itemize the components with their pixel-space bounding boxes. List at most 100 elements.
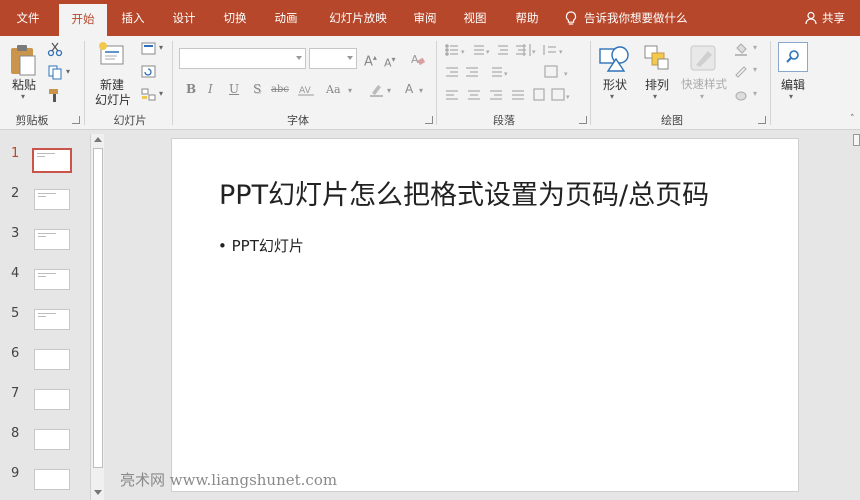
shapes-label: 形状 [602, 78, 627, 92]
tab-slideshow[interactable]: 幻灯片放映 [318, 0, 398, 36]
tab-view[interactable]: 视图 [453, 0, 497, 36]
slide-number: 9 [11, 466, 20, 481]
change-case-button[interactable]: Aa [326, 83, 341, 96]
shape-fill-dropdown-icon[interactable]: ▾ [753, 43, 757, 52]
paragraph-controls[interactable]: ▾ ▾ ▾ ▾ ▾ ▾ ▾ [444, 43, 574, 101]
svg-text:▾: ▾ [564, 70, 568, 78]
tab-home[interactable]: 开始 [59, 4, 107, 36]
tab-animations[interactable]: 动画 [264, 0, 308, 36]
shadow-button[interactable]: S [253, 82, 261, 96]
slide-thumbnail[interactable] [34, 349, 70, 370]
slide-thumbnail[interactable] [34, 429, 70, 450]
editing-dropdown-icon[interactable]: ▾ [789, 92, 793, 101]
scrollbar-thumb[interactable] [93, 148, 103, 468]
tab-insert[interactable]: 插入 [111, 0, 155, 36]
slide-thumbnail[interactable] [34, 309, 70, 330]
drawing-launcher-icon[interactable] [758, 116, 766, 124]
arrange-label: 排列 [644, 78, 669, 92]
layout-dropdown-icon[interactable]: ▾ [159, 43, 163, 52]
bold-button[interactable]: B [186, 82, 196, 96]
increase-font-icon[interactable]: A▴ [364, 51, 377, 69]
scrollbar-thumb[interactable] [853, 134, 860, 146]
quick-styles-dropdown-icon[interactable]: ▾ [700, 92, 704, 101]
ribbon-tab-bar: 文件 开始 插入 设计 切换 动画 幻灯片放映 审阅 视图 帮助 告诉我你想要做… [0, 0, 860, 36]
collapse-ribbon-icon[interactable]: ˄ [850, 114, 855, 124]
shape-outline-dropdown-icon[interactable]: ▾ [753, 65, 757, 74]
scroll-down-icon[interactable] [94, 490, 102, 495]
arrange-icon[interactable] [642, 43, 672, 73]
quick-styles-icon[interactable] [688, 43, 720, 73]
paragraph-launcher-icon[interactable] [579, 116, 587, 124]
clear-format-icon[interactable]: A [411, 52, 425, 66]
slide-canvas[interactable]: PPT幻灯片怎么把格式设置为页码/总页码 • PPT幻灯片 [171, 138, 799, 492]
slide-number: 7 [11, 386, 20, 401]
shapes-dropdown-icon[interactable]: ▾ [610, 92, 614, 101]
group-label-slides: 幻灯片 [113, 114, 147, 127]
strikethrough-button[interactable]: abc [271, 84, 289, 95]
character-spacing-icon[interactable]: AV [297, 83, 317, 97]
slide-number: 2 [11, 186, 20, 201]
slide-thumbnail[interactable] [34, 189, 70, 210]
editor-scrollbar[interactable] [851, 130, 860, 500]
shape-outline-icon[interactable] [734, 64, 748, 78]
ribbon-separator [436, 41, 437, 125]
slide-number: 6 [11, 346, 20, 361]
tab-design[interactable]: 设计 [162, 0, 206, 36]
section-dropdown-icon[interactable]: ▾ [159, 89, 163, 98]
slide-thumbnail[interactable] [34, 269, 70, 290]
new-slide-label-2[interactable]: 幻灯片 [88, 91, 138, 108]
copy-dropdown-icon[interactable]: ▾ [66, 67, 70, 76]
reset-slide-icon[interactable] [141, 65, 157, 79]
slide-thumbnail[interactable] [32, 148, 72, 173]
svg-text:▾: ▾ [486, 48, 490, 56]
tab-file[interactable]: 文件 [2, 0, 54, 36]
slide-thumbnail[interactable] [34, 469, 70, 490]
arrange-dropdown-icon[interactable]: ▾ [653, 92, 657, 101]
tab-transitions[interactable]: 切换 [213, 0, 257, 36]
editing-label[interactable]: 编辑 [776, 76, 810, 93]
font-color-button[interactable]: A [405, 82, 413, 96]
font-size-combo[interactable] [309, 48, 357, 69]
slide-thumbnail[interactable] [34, 389, 70, 410]
share-label: 共享 [822, 11, 845, 25]
underline-button[interactable]: U [229, 82, 239, 96]
clipboard-launcher-icon[interactable] [72, 116, 80, 124]
svg-text:▾: ▾ [504, 70, 508, 78]
quick-styles-label: 快速样式 [681, 77, 727, 91]
svg-text:▾: ▾ [461, 48, 465, 56]
new-slide-icon[interactable] [97, 40, 127, 70]
font-color-dropdown-icon[interactable]: ▾ [419, 86, 423, 95]
tell-me-label: 告诉我你想要做什么 [584, 11, 688, 25]
tab-review[interactable]: 审阅 [403, 0, 447, 36]
case-dropdown-icon[interactable]: ▾ [348, 86, 352, 95]
shape-fill-icon[interactable] [734, 42, 748, 56]
tab-help[interactable]: 帮助 [505, 0, 549, 36]
slide-thumbnail[interactable] [34, 229, 70, 250]
copy-icon[interactable] [47, 64, 63, 80]
shape-effects-dropdown-icon[interactable]: ▾ [753, 89, 757, 98]
svg-text:▾: ▾ [566, 93, 570, 101]
chevron-down-icon [347, 56, 353, 60]
scroll-up-icon[interactable] [94, 137, 102, 142]
highlight-icon[interactable] [369, 82, 385, 98]
slide-bullet[interactable]: • PPT幻灯片 [218, 235, 304, 256]
italic-button[interactable]: I [208, 82, 213, 96]
group-label-font: 字体 [287, 114, 309, 127]
layout-icon[interactable] [141, 42, 157, 56]
slide-number: 8 [11, 426, 20, 441]
section-icon[interactable] [141, 88, 157, 102]
highlight-dropdown-icon[interactable]: ▾ [387, 86, 391, 95]
find-button[interactable] [778, 42, 808, 72]
paste-dropdown-icon[interactable]: ▾ [18, 92, 28, 101]
slide-title[interactable]: PPT幻灯片怎么把格式设置为页码/总页码 [219, 173, 709, 212]
shapes-icon[interactable] [598, 43, 632, 73]
slide-number: 3 [11, 226, 20, 241]
font-launcher-icon[interactable] [425, 116, 433, 124]
shape-effects-icon[interactable] [734, 88, 748, 102]
format-painter-icon[interactable] [47, 87, 63, 103]
font-name-combo[interactable] [179, 48, 306, 69]
thumbnail-scrollbar[interactable] [90, 134, 104, 500]
cut-icon[interactable] [47, 41, 63, 57]
decrease-font-icon[interactable]: A▾ [384, 53, 396, 71]
svg-text:A: A [411, 53, 419, 66]
